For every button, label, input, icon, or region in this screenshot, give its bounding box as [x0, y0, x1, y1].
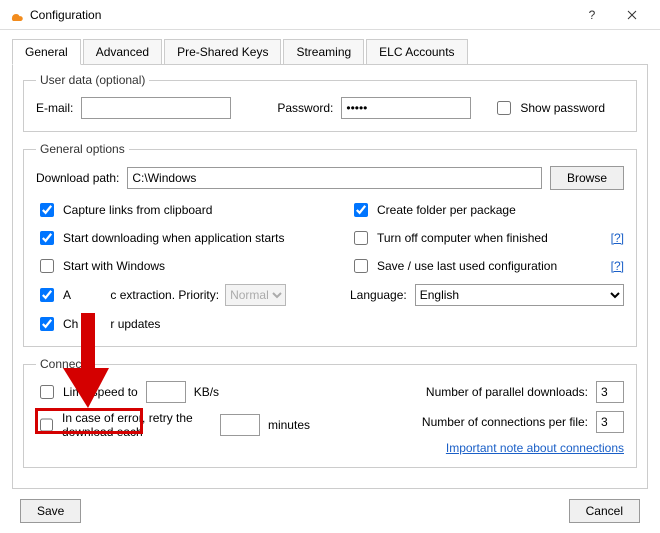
password-label: Password:: [277, 101, 333, 115]
show-password-box[interactable]: [497, 101, 511, 115]
language-select[interactable]: English: [415, 284, 624, 306]
language-label: Language:: [350, 288, 407, 302]
retry-unit: minutes: [268, 418, 310, 432]
retry-input: [220, 414, 260, 436]
save-config-checkbox[interactable]: Save / use last used configuration: [350, 256, 557, 276]
limit-speed-unit: KB/s: [194, 385, 219, 399]
connections-note-link[interactable]: Important note about connections: [446, 441, 624, 455]
cancel-button[interactable]: Cancel: [569, 499, 640, 523]
tab-elc-accounts[interactable]: ELC Accounts: [366, 39, 467, 65]
userdata-legend: User data (optional): [36, 73, 149, 87]
show-password-checkbox[interactable]: Show password: [493, 98, 605, 118]
help-button[interactable]: ?: [572, 1, 612, 29]
show-password-label: Show password: [520, 101, 605, 115]
turnoff-checkbox[interactable]: Turn off computer when finished: [350, 228, 548, 248]
connection-legend: Connec: [36, 357, 85, 371]
limit-speed-checkbox[interactable]: Limit speed to: [36, 382, 138, 402]
start-with-windows-checkbox[interactable]: Start with Windows: [36, 256, 310, 276]
tab-streaming[interactable]: Streaming: [283, 39, 364, 65]
app-icon: [8, 7, 24, 23]
close-button[interactable]: [612, 1, 652, 29]
tab-panel-general: User data (optional) E-mail: Password: S…: [12, 64, 648, 489]
password-input[interactable]: [341, 97, 471, 119]
limit-speed-input: [146, 381, 186, 403]
parallel-label: Number of parallel downloads:: [426, 385, 588, 399]
email-label: E-mail:: [36, 101, 73, 115]
connection-group: Connec Limit speed to KB/s In case of er…: [23, 357, 637, 468]
email-input[interactable]: [81, 97, 231, 119]
general-options-legend: General options: [36, 142, 129, 156]
parallel-input[interactable]: [596, 381, 624, 403]
browse-button[interactable]: Browse: [550, 166, 624, 190]
start-downloading-checkbox[interactable]: Start downloading when application start…: [36, 228, 310, 248]
help-icon[interactable]: [?]: [611, 231, 624, 245]
dialog-footer: Save Cancel: [0, 489, 660, 533]
capture-links-checkbox[interactable]: Capture links from clipboard: [36, 200, 310, 220]
perfile-input[interactable]: [596, 411, 624, 433]
priority-select: Normal: [225, 284, 286, 306]
retry-checkbox[interactable]: In case of error, retry the download eac…: [36, 411, 212, 439]
window-title: Configuration: [30, 8, 572, 22]
tab-advanced[interactable]: Advanced: [83, 39, 162, 65]
check-updates-checkbox[interactable]: Check for updates: [36, 314, 310, 334]
perfile-label: Number of connections per file:: [422, 415, 588, 429]
save-button[interactable]: Save: [20, 499, 81, 523]
download-path-label: Download path:: [36, 171, 119, 185]
help-icon[interactable]: [?]: [611, 259, 624, 273]
download-path-input[interactable]: [127, 167, 542, 189]
tab-general[interactable]: General: [12, 39, 81, 65]
titlebar: Configuration ?: [0, 0, 660, 30]
create-folder-checkbox[interactable]: Create folder per package: [350, 200, 624, 220]
general-options-group: General options Download path: Browse Ca…: [23, 142, 637, 347]
tab-preshared-keys[interactable]: Pre-Shared Keys: [164, 39, 281, 65]
userdata-group: User data (optional) E-mail: Password: S…: [23, 73, 637, 132]
tab-strip: General Advanced Pre-Shared Keys Streami…: [0, 30, 660, 64]
auto-extract-checkbox[interactable]: Automatic extraction. Priority: Normal: [36, 284, 310, 306]
